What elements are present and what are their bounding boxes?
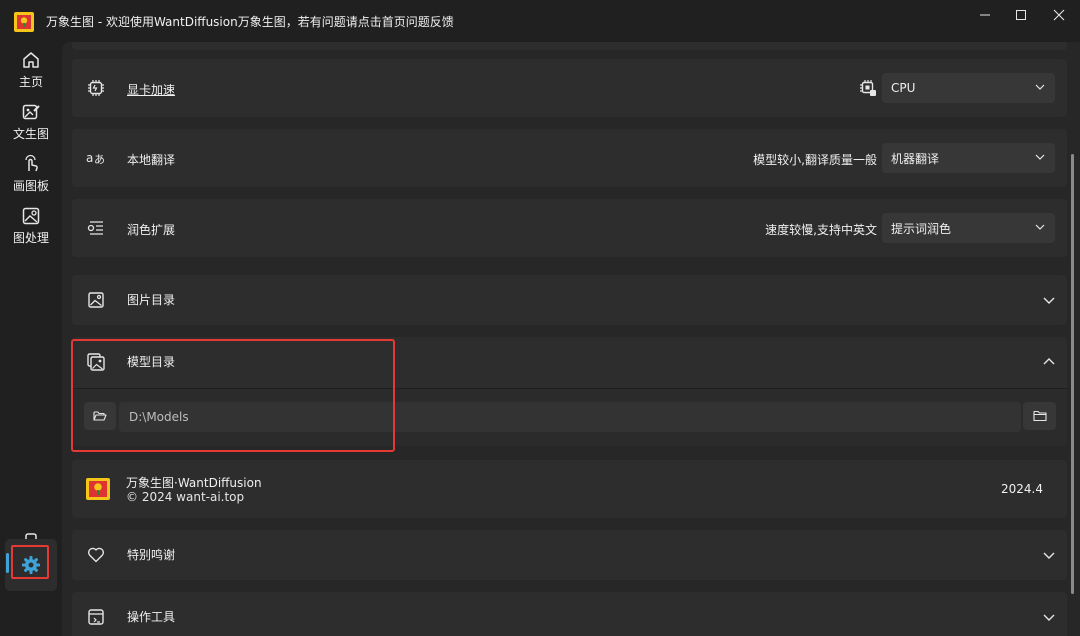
close-button[interactable]: [1042, 0, 1076, 30]
model-path-input[interactable]: [119, 402, 1021, 432]
title-bar: 万象生图 - 欢迎使用WantDiffusion万象生图，若有问题请点击首页问题…: [0, 0, 1080, 42]
card-operation-tools[interactable]: 操作工具: [72, 592, 1067, 636]
vertical-scrollbar[interactable]: [1071, 154, 1074, 594]
sidebar-item-home[interactable]: 主页: [2, 46, 60, 96]
model-directory-row: [72, 388, 1067, 446]
folder-open-icon: [93, 411, 107, 421]
highlight-box-settings: [11, 545, 49, 579]
settings-panel: 显卡加速 CPU aあ 本地翻译 模型较小,翻译质量一般 机器翻译 润色扩展 速…: [62, 42, 1080, 636]
sidebar-item-label: 画图板: [12, 179, 49, 193]
translate-icon: aあ: [86, 148, 106, 168]
polish-extension-description: 速度较慢,支持中英文: [765, 223, 877, 237]
image-gallery-icon: [86, 352, 106, 372]
gpu-acceleration-label[interactable]: 显卡加速: [127, 81, 175, 98]
sidebar-item-label: 图处理: [12, 231, 49, 245]
chevron-down-icon: [1043, 614, 1055, 621]
app-version: 2024.4: [1001, 482, 1043, 496]
minimize-icon: [980, 14, 990, 16]
sidebar-item-image-processing[interactable]: 图处理: [2, 202, 60, 252]
card-about: 万象生图·WantDiffusion © 2024 want-ai.top 20…: [72, 460, 1067, 518]
close-icon: [1053, 9, 1065, 21]
polish-extension-label: 润色扩展: [127, 223, 176, 237]
open-folder-button[interactable]: [84, 402, 116, 430]
card-image-directory[interactable]: 图片目录: [72, 275, 1067, 325]
special-thanks-label: 特别鸣谢: [127, 548, 176, 562]
image-edit-icon: [22, 104, 40, 120]
local-translation-description: 模型较小,翻译质量一般: [753, 153, 877, 167]
active-indicator: [6, 553, 9, 573]
maximize-button[interactable]: [1004, 0, 1038, 30]
copyright-text: © 2024 want-ai.top: [126, 490, 245, 504]
gpu-device-select[interactable]: CPU: [882, 73, 1055, 103]
chevron-up-icon: [1043, 358, 1055, 365]
polish-mode-value: 提示词润色: [891, 221, 952, 236]
image-icon: [86, 290, 106, 310]
tools-icon: [86, 607, 106, 627]
card-special-thanks[interactable]: 特别鸣谢: [72, 530, 1067, 580]
card-local-translation: aあ 本地翻译 模型较小,翻译质量一般 机器翻译: [72, 129, 1067, 187]
app-name: 万象生图·WantDiffusion: [126, 476, 262, 490]
browse-folder-button[interactable]: [1023, 402, 1056, 430]
svg-text:あ: あ: [94, 153, 105, 166]
model-directory-label: 模型目录: [127, 355, 176, 369]
local-translation-label: 本地翻译: [127, 153, 176, 167]
chip-icon: [86, 78, 106, 98]
image-directory-label: 图片目录: [127, 293, 176, 307]
sidebar-item-text-to-image[interactable]: 文生图: [2, 98, 60, 148]
chevron-down-icon: [1035, 154, 1045, 160]
chevron-down-icon: [1043, 552, 1055, 559]
image-process-icon: [22, 207, 40, 225]
minimize-button[interactable]: [968, 0, 1002, 30]
home-icon: [23, 52, 39, 68]
processor-icon: [858, 78, 878, 98]
card-gpu-acceleration: 显卡加速 CPU: [72, 59, 1067, 117]
window-title: 万象生图 - 欢迎使用WantDiffusion万象生图，若有问题请点击首页问题…: [46, 15, 454, 29]
chevron-down-icon: [1035, 224, 1045, 230]
chevron-down-icon: [1035, 84, 1045, 90]
polish-mode-select[interactable]: 提示词润色: [882, 213, 1055, 243]
touch-draw-icon: [25, 154, 38, 172]
sidebar-item-drawing-board[interactable]: 画图板: [2, 150, 60, 200]
heart-icon: [86, 545, 106, 565]
translation-mode-select[interactable]: 机器翻译: [882, 143, 1055, 173]
card-previous: [72, 42, 1067, 50]
app-logo-icon: [14, 12, 34, 32]
chevron-down-icon: [1043, 297, 1055, 304]
folder-icon: [1032, 410, 1047, 422]
svg-text:a: a: [86, 151, 93, 165]
card-model-directory[interactable]: 模型目录: [72, 337, 1067, 389]
gpu-device-value: CPU: [891, 81, 916, 95]
operation-tools-label: 操作工具: [127, 610, 176, 624]
list-settings-icon: [86, 218, 106, 238]
card-polish-extension: 润色扩展 速度较慢,支持中英文 提示词润色: [72, 199, 1067, 257]
app-logo-icon: [86, 478, 110, 500]
translation-mode-value: 机器翻译: [891, 151, 940, 166]
sidebar-item-label: 文生图: [12, 127, 49, 141]
sidebar-item-label: 主页: [18, 75, 43, 89]
maximize-icon: [1016, 10, 1026, 20]
